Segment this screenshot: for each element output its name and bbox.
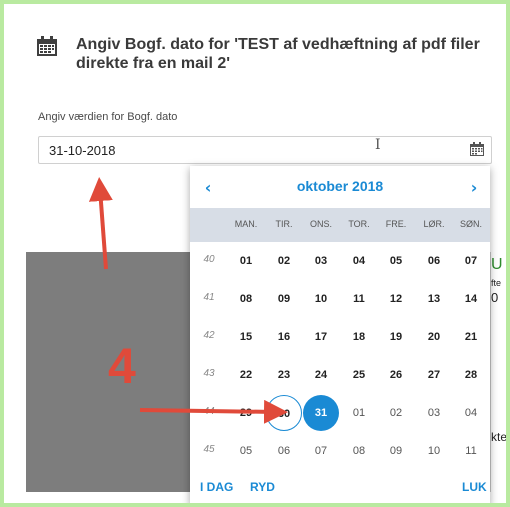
week-row: 43 22 23 24 25 26 27 28 <box>190 356 490 394</box>
calendar-day[interactable]: 07 <box>453 243 489 279</box>
calendar-day[interactable]: 09 <box>266 281 302 317</box>
calendar-day[interactable]: 28 <box>453 357 489 393</box>
edge-text: fte <box>491 278 502 288</box>
calendar-day[interactable]: 19 <box>378 319 414 355</box>
calendar-day[interactable]: 27 <box>416 357 452 393</box>
week-row: 42 15 16 17 18 19 20 21 <box>190 318 490 356</box>
calendar-day[interactable]: 21 <box>453 319 489 355</box>
calendar-day[interactable]: 22 <box>228 357 264 393</box>
today-button[interactable]: I DAG <box>200 480 233 494</box>
next-month-button[interactable]: › <box>464 177 484 197</box>
calendar-day[interactable]: 05 <box>228 433 264 469</box>
date-input[interactable] <box>38 136 492 164</box>
calendar-day[interactable]: 03 <box>303 243 339 279</box>
background-panel: U fte 0 kte <box>490 252 506 492</box>
calendar-day[interactable]: 17 <box>303 319 339 355</box>
calendar-day[interactable]: 25 <box>341 357 377 393</box>
date-picker-toggle-icon[interactable] <box>469 141 485 157</box>
weekday-label: FRE. <box>385 219 407 229</box>
calendar-day[interactable]: 03 <box>416 395 452 431</box>
calendar-day[interactable]: 13 <box>416 281 452 317</box>
calendar-day[interactable]: 10 <box>416 433 452 469</box>
month-label[interactable]: oktober 2018 <box>190 178 490 194</box>
calendar-day[interactable]: 08 <box>341 433 377 469</box>
calendar-day[interactable]: 15 <box>228 319 264 355</box>
close-button[interactable]: LUK <box>462 480 487 494</box>
dialog-title: Angiv Bogf. dato for 'TEST af vedhæftnin… <box>76 36 480 72</box>
calendar-day[interactable]: 01 <box>341 395 377 431</box>
week-number: 40 <box>203 254 215 265</box>
weekday-label: ONS. <box>309 219 332 229</box>
calendar-day[interactable]: 04 <box>453 395 489 431</box>
week-number: 45 <box>203 444 215 455</box>
calendar-icon <box>36 35 58 57</box>
calendar-day[interactable]: 23 <box>266 357 302 393</box>
calendar-day[interactable]: 16 <box>266 319 302 355</box>
week-number: 42 <box>203 330 215 341</box>
week-row: 44 29 30 31 01 02 03 04 <box>190 394 490 432</box>
weekday-label: TOR. <box>348 219 370 229</box>
calendar-day[interactable]: 11 <box>341 281 377 317</box>
calendar-day[interactable]: 14 <box>453 281 489 317</box>
calendar-day[interactable]: 09 <box>378 433 414 469</box>
weekday-header: MAN. TIR. ONS. TOR. FRE. LØR. SØN. <box>190 208 490 242</box>
weekday-label: MAN. <box>234 219 258 229</box>
week-row: 45 05 06 07 08 09 10 11 <box>190 432 490 470</box>
calendar-day[interactable]: 07 <box>303 433 339 469</box>
calendar-day[interactable]: 08 <box>228 281 264 317</box>
calendar-day-selected[interactable]: 31 <box>303 395 339 431</box>
calendar-day[interactable]: 12 <box>378 281 414 317</box>
text-cursor-icon: I <box>375 137 381 153</box>
week-row: 41 08 09 10 11 12 13 14 <box>190 280 490 318</box>
calendar-day[interactable]: 04 <box>341 243 377 279</box>
week-number: 41 <box>203 292 215 303</box>
date-picker-footer: I DAG RYD LUK <box>190 480 490 500</box>
weekday-label: TIR. <box>275 219 293 229</box>
calendar-day-today[interactable]: 30 <box>266 395 302 431</box>
calendar-day[interactable]: 26 <box>378 357 414 393</box>
calendar-day[interactable]: 06 <box>266 433 302 469</box>
calendar-day[interactable]: 02 <box>266 243 302 279</box>
calendar-day[interactable]: 11 <box>453 433 489 469</box>
clear-button[interactable]: RYD <box>250 480 275 494</box>
weekday-label: LØR. <box>423 219 445 229</box>
date-picker-popup: ‹ oktober 2018 › MAN. TIR. ONS. TOR. FRE… <box>190 166 490 503</box>
calendar-day[interactable]: 02 <box>378 395 414 431</box>
calendar-day[interactable]: 05 <box>378 243 414 279</box>
week-number: 43 <box>203 368 215 379</box>
week-row: 40 01 02 03 04 05 06 07 <box>190 242 490 280</box>
week-number: 44 <box>203 406 215 417</box>
calendar-day[interactable]: 10 <box>303 281 339 317</box>
step-number-annotation: 4 <box>108 338 136 394</box>
calendar-day[interactable]: 29 <box>228 395 264 431</box>
calendar-day[interactable]: 18 <box>341 319 377 355</box>
calendar-day[interactable]: 24 <box>303 357 339 393</box>
edge-text: U <box>491 256 503 273</box>
edge-text: kte <box>491 430 506 444</box>
calendar-day[interactable]: 01 <box>228 243 264 279</box>
calendar-day[interactable]: 06 <box>416 243 452 279</box>
field-label: Angiv værdien for Bogf. dato <box>38 111 178 123</box>
date-picker-header: ‹ oktober 2018 › <box>190 166 490 208</box>
weekday-label: SØN. <box>459 219 482 229</box>
calendar-day[interactable]: 20 <box>416 319 452 355</box>
edge-text: 0 <box>491 290 499 305</box>
app-frame: Angiv Bogf. dato for 'TEST af vedhæftnin… <box>4 4 506 503</box>
